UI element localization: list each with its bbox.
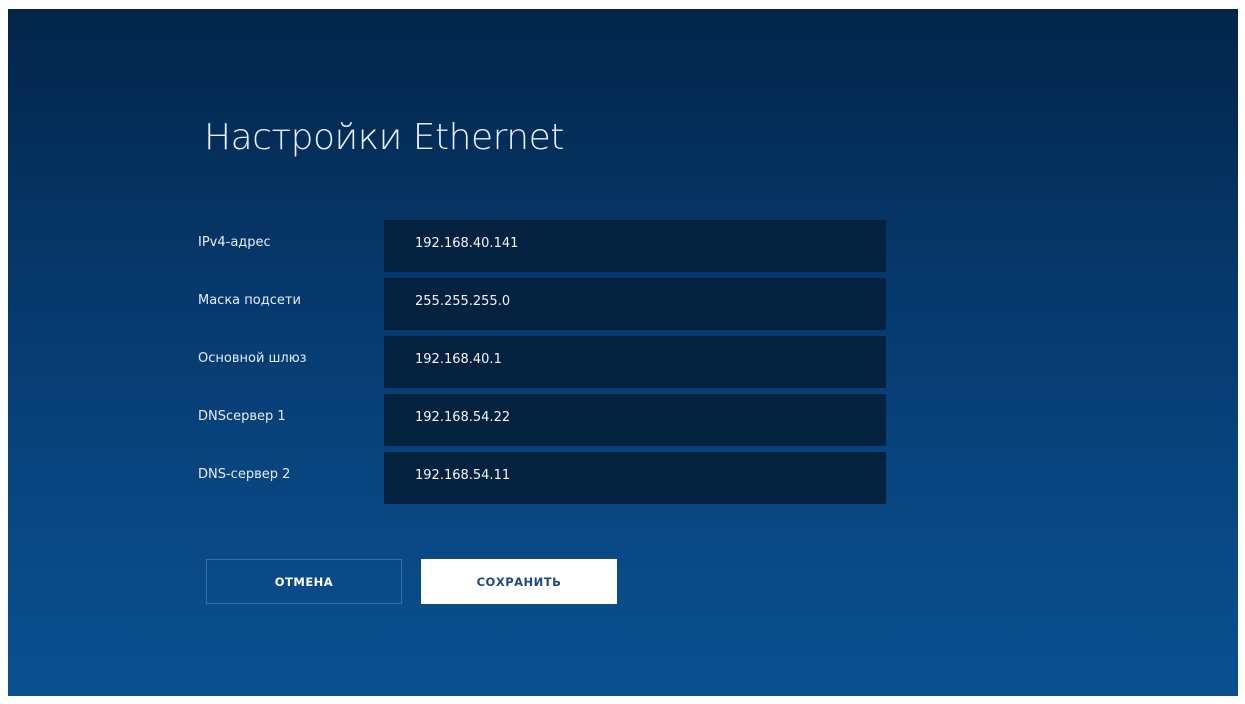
ipv4-address-label: IPv4-адрес (198, 235, 271, 250)
save-button[interactable]: СОХРАНИТЬ (421, 559, 617, 604)
dns-server-1-field[interactable]: 192.168.54.22 (384, 394, 886, 446)
page-title: Настройки Ethernet (204, 117, 564, 158)
subnet-mask-row: Маска подсети 255.255.255.0 (186, 278, 886, 330)
dns-server-2-label: DNS-сервер 2 (198, 467, 291, 482)
default-gateway-field[interactable]: 192.168.40.1 (384, 336, 886, 388)
dns-server-2-field[interactable]: 192.168.54.11 (384, 452, 886, 504)
dns-server-1-row: DNSсервер 1 192.168.54.22 (186, 394, 886, 446)
dns-server-2-row: DNS-сервер 2 192.168.54.11 (186, 452, 886, 504)
cancel-button[interactable]: ОТМЕНА (206, 559, 402, 604)
ethernet-settings-screen: Настройки Ethernet IPv4-адрес 192.168.40… (8, 9, 1238, 696)
default-gateway-label: Основной шлюз (198, 351, 307, 366)
subnet-mask-label: Маска подсети (198, 293, 301, 308)
ethernet-settings-form: IPv4-адрес 192.168.40.141 Маска подсети … (186, 220, 886, 510)
subnet-mask-field[interactable]: 255.255.255.0 (384, 278, 886, 330)
ipv4-address-field[interactable]: 192.168.40.141 (384, 220, 886, 272)
ipv4-address-row: IPv4-адрес 192.168.40.141 (186, 220, 886, 272)
default-gateway-row: Основной шлюз 192.168.40.1 (186, 336, 886, 388)
dns-server-1-label: DNSсервер 1 (198, 409, 286, 424)
